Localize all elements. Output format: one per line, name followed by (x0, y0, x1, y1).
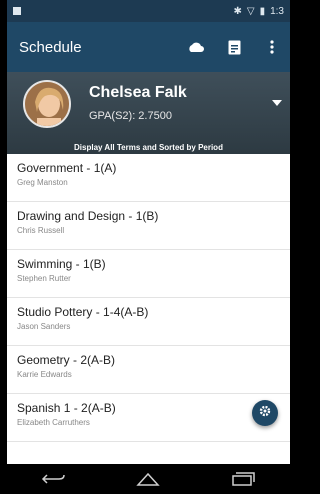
student-gpa: GPA(S2): 2.7500 (89, 110, 172, 122)
course-row[interactable]: Government - 1(A) Greg Manston (7, 154, 290, 202)
course-row[interactable]: Swimming - 1(B) Stephen Rutter (7, 250, 290, 298)
course-row[interactable]: Geometry - 2(A-B) Karrie Edwards (7, 346, 290, 394)
gear-icon (259, 404, 271, 422)
home-button[interactable] (133, 469, 163, 489)
status-bar: ✱ ▽ ▮ 1:3 (7, 0, 290, 22)
course-name: Spanish 1 - 2(A-B) (17, 401, 116, 415)
settings-fab-button[interactable] (252, 400, 278, 426)
wifi-icon: ▽ (246, 5, 255, 17)
status-time: 1:3 (270, 5, 284, 17)
course-row[interactable]: Spanish 1 - 2(A-B) Elizabeth Carruthers (7, 394, 290, 442)
teacher-name: Karrie Edwards (17, 370, 72, 379)
teacher-name: Jason Sanders (17, 322, 71, 331)
filter-label: Display All Terms and Sorted by Period (74, 143, 223, 152)
teacher-name: Chris Russell (17, 226, 65, 235)
course-name: Government - 1(A) (17, 161, 117, 175)
phone-screen: ✱ ▽ ▮ 1:3 Schedule Chelsea Falk GPA(S2):… (7, 0, 290, 494)
course-name: Drawing and Design - 1(B) (17, 209, 159, 223)
course-row[interactable]: Studio Pottery - 1-4(A-B) Jason Sanders (7, 298, 290, 346)
system-nav-bar (7, 464, 290, 494)
course-name: Studio Pottery - 1-4(A-B) (17, 305, 149, 319)
recent-apps-button[interactable] (228, 469, 258, 489)
course-list: Government - 1(A) Greg Manston Drawing a… (7, 154, 290, 442)
document-icon[interactable] (226, 39, 242, 55)
app-bar: Schedule (7, 22, 290, 72)
battery-icon: ▮ (259, 5, 266, 17)
app-title: Schedule (19, 38, 82, 56)
student-name: Chelsea Falk (89, 84, 187, 101)
cloud-icon[interactable] (188, 39, 204, 55)
notification-icon (13, 7, 21, 15)
overflow-menu-icon[interactable] (264, 39, 280, 55)
avatar (23, 80, 71, 128)
bluetooth-icon: ✱ (233, 5, 242, 17)
course-row[interactable]: Drawing and Design - 1(B) Chris Russell (7, 202, 290, 250)
teacher-name: Greg Manston (17, 178, 68, 187)
teacher-name: Stephen Rutter (17, 274, 71, 283)
course-name: Geometry - 2(A-B) (17, 353, 116, 367)
teacher-name: Elizabeth Carruthers (17, 418, 90, 427)
back-button[interactable] (39, 469, 69, 489)
student-profile-header[interactable]: Chelsea Falk GPA(S2): 2.7500 Display All… (7, 72, 290, 154)
dropdown-caret-icon[interactable] (272, 100, 282, 106)
course-name: Swimming - 1(B) (17, 257, 106, 271)
